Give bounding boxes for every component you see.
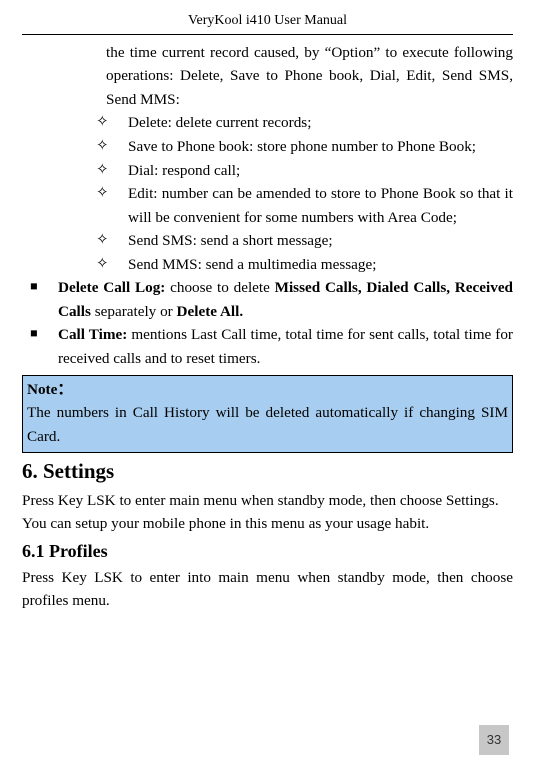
diamond-bullet-list: Delete: delete current records; Save to … xyxy=(90,111,513,276)
profiles-para: Press Key LSK to enter into main menu wh… xyxy=(22,566,513,613)
note-label: Note： xyxy=(27,381,73,398)
list-item: Send MMS: send a multimedia message; xyxy=(90,253,513,277)
page-number: 33 xyxy=(479,725,509,755)
list-item-call-time: Call Time: mentions Last Call time, tota… xyxy=(22,323,513,370)
settings-para-2: You can setup your mobile phone in this … xyxy=(22,512,513,536)
list-item: Send SMS: send a short message; xyxy=(90,229,513,253)
list-item: Edit: number can be amended to store to … xyxy=(90,182,513,229)
subsection-heading-profiles: 6.1 Profiles xyxy=(22,538,513,566)
list-item: Save to Phone book: store phone number t… xyxy=(90,135,513,159)
text: choose to delete xyxy=(170,279,275,296)
intro-paragraph: the time current record caused, by “Opti… xyxy=(106,41,513,112)
lead-bold: Call Time: xyxy=(58,326,131,343)
list-item: Dial: respond call; xyxy=(90,159,513,183)
note-body: The numbers in Call History will be dele… xyxy=(27,404,508,445)
lead-bold: Delete Call Log: xyxy=(58,279,170,296)
bold-text: Delete All. xyxy=(177,303,244,320)
header-title: VeryKool i410 User Manual xyxy=(22,10,513,34)
list-item-delete-log: Delete Call Log: choose to delete Missed… xyxy=(22,276,513,323)
text: separately or xyxy=(91,303,177,320)
list-item: Delete: delete current records; xyxy=(90,111,513,135)
square-bullet-list: Delete Call Log: choose to delete Missed… xyxy=(22,276,513,370)
settings-para-1: Press Key LSK to enter main menu when st… xyxy=(22,489,513,513)
note-box: Note： The numbers in Call History will b… xyxy=(22,375,513,454)
manual-page: VeryKool i410 User Manual the time curre… xyxy=(0,0,535,613)
section-heading-settings: 6. Settings xyxy=(22,455,513,488)
header-rule xyxy=(22,34,513,35)
